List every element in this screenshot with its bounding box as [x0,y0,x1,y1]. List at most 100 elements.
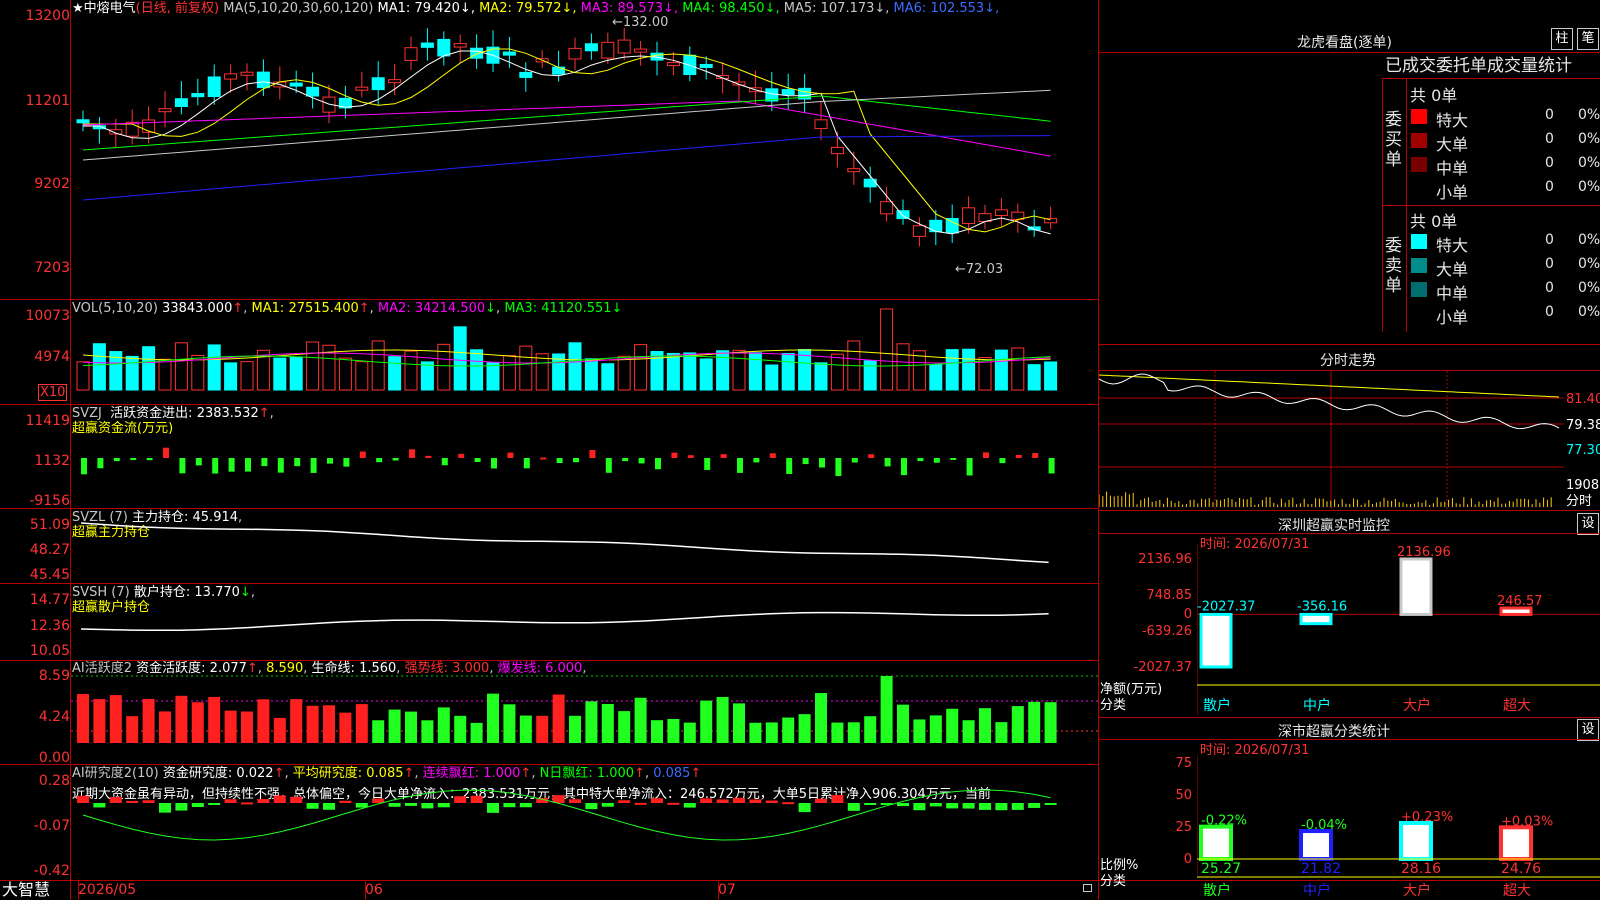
svzj-bar [605,458,612,473]
svzj-bar [540,457,547,460]
brand-logo[interactable]: 大智慧 [2,881,50,899]
candle-body [830,146,844,155]
ai-research-bar [995,803,1008,811]
classify-title: 深市超赢分类统计 [1278,724,1390,740]
ai-research-bar [159,803,171,813]
candle-body [306,86,320,97]
svzj-bar [737,458,743,473]
order-pct: 0% [1578,131,1600,147]
ai-research-bar [749,799,762,803]
monitor-y-tick: 748.85 [1146,588,1193,603]
svzj-bar [392,458,399,461]
ai-research-chart[interactable] [71,765,1098,880]
classify-category-label: 中户 [1303,882,1331,899]
ai-research-bar [290,796,303,803]
ai-active-bar [782,717,795,743]
ai-research-bar [470,795,483,803]
vol-bar [470,349,484,391]
svzj-bar [130,458,137,461]
svzj-y-label-2: 1132 [34,453,70,469]
monitor-category-label: 散户 [1203,697,1231,714]
vol-bar [142,346,156,391]
classify-change-label: +0.23% [1401,810,1453,825]
svsh-chart[interactable] [71,584,1098,660]
candle-body [437,38,451,57]
ai-research-bar [109,797,122,803]
ai-research-bar [585,803,598,810]
ai-research-bar [388,803,401,807]
ai-research-bar [847,803,860,811]
ai-research-bar [208,803,221,805]
ai-research-bar [1011,803,1024,810]
svzj-chart[interactable] [71,405,1098,508]
candle-body [453,43,467,48]
ai-research-bar [405,803,417,806]
lock-icon[interactable] [1083,884,1092,892]
order-count: 0 [1545,179,1554,195]
ai-active-bar [323,705,335,743]
vol-unit[interactable]: X10 [38,384,68,401]
svzl-chart[interactable] [71,509,1098,583]
ai-research-bar [733,797,745,803]
svzj-bar [441,458,448,466]
svzj-y-label-3: -9156 [29,493,70,509]
candle-body [174,98,188,107]
monitor-chart[interactable]: -2027.37 散户 -356.16 中户 2136.96 大户 246.57 超大 [1197,545,1600,715]
intraday-chart[interactable] [1099,371,1564,509]
monitor-cat-label: 分类 [1100,698,1127,713]
candle-body [256,71,270,89]
ai-active-bar [847,722,860,743]
kline-y-label-2: 11201 [25,93,70,109]
svzj-bar [687,455,694,458]
order-size-label: 中单 [1436,284,1469,303]
date-label-2: 06 [365,882,383,898]
monitor-value-label: 246.57 [1497,594,1543,609]
classify-value-label: 24.76 [1501,861,1541,877]
classify-bar [1399,820,1433,861]
candle-body [584,43,598,52]
ai-active-bar [306,705,319,743]
classify-category-label: 超大 [1503,883,1531,899]
candle-body [191,93,205,98]
classify-settings-button[interactable]: 设 [1577,719,1599,741]
ai-active-chart[interactable] [71,661,1098,764]
monitor-settings-button[interactable]: 设 [1577,513,1599,535]
svzj-bar [720,454,727,458]
svzj-bar [1032,453,1039,458]
order-size-label: 大单 [1436,260,1469,279]
vol-bar [240,361,254,391]
svzj-bar [622,458,629,462]
vol-bar [748,352,762,391]
classify-chart[interactable]: -0.22% 25.27 散户 -0.04% 21.82 中户 +0.23% 28.16 大户 +… [1197,755,1600,900]
ai-research-bar [519,803,532,808]
vol-bar [289,356,303,391]
svzj-bar [884,458,891,467]
vol-chart[interactable] [71,300,1098,404]
ai-research-bar [683,803,696,808]
monitor-category-label: 超大 [1503,698,1531,714]
sell-total: 共 0单 [1410,212,1458,231]
vol-bar [863,360,877,391]
ai-active-bar [1044,702,1057,743]
candle-body [896,210,910,220]
monitor-y-tick: 2136.96 [1138,552,1192,567]
ma-line-5 [82,89,1051,161]
kline-chart[interactable] [71,0,1098,299]
ai-research-bar [815,798,827,803]
candle-body [76,119,90,124]
candle-body [617,39,631,54]
svzj-bar [507,452,514,458]
ai-active-bar [749,722,762,743]
svzl-y-label-1: 51.09 [29,517,70,533]
bar-view-button[interactable]: 柱 [1551,28,1573,50]
intraday-label-1: 81.40 [1566,392,1600,407]
vol-bar [224,362,238,391]
dragon-tabs[interactable]: 已成交委托单成交量统计 [1385,56,1600,76]
tick-view-button[interactable]: 笔 [1577,28,1599,50]
ai-active-bar [552,694,565,743]
ai-active-bar [831,722,844,743]
ai-research-bar [1044,803,1057,805]
vol-bar [207,344,221,391]
svzj-bar [901,458,907,476]
classify-y-tick: 0 [1183,852,1192,867]
